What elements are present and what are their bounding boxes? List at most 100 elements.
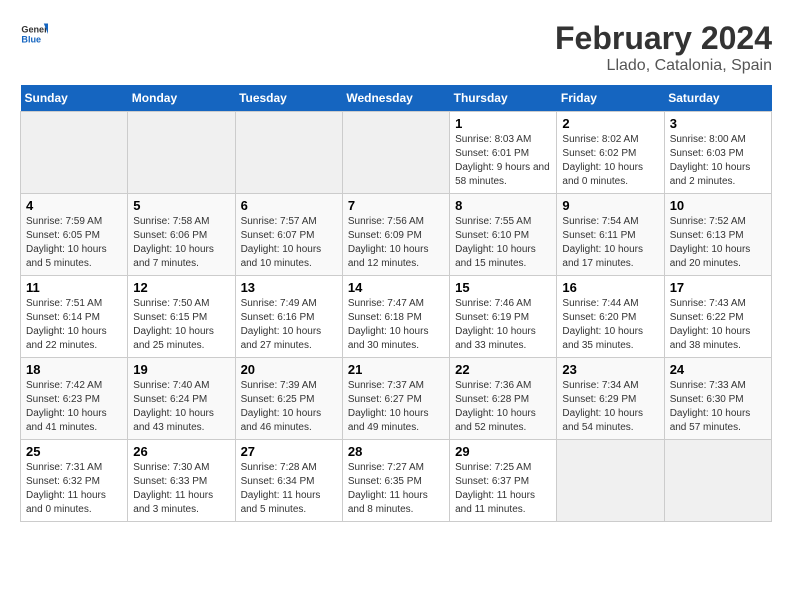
svg-text:General: General <box>21 25 48 35</box>
day-info: Sunrise: 7:33 AMSunset: 6:30 PMDaylight:… <box>670 379 766 435</box>
calendar-cell <box>21 112 128 194</box>
day-number: 27 <box>241 444 337 459</box>
week-row-3: 11Sunrise: 7:51 AMSunset: 6:14 PMDayligh… <box>21 276 772 358</box>
calendar-cell: 24 Sunrise: 7:33 AMSunset: 6:30 PMDayligh… <box>664 358 771 440</box>
day-info: Sunrise: 7:47 AMSunset: 6:18 PMDaylight:… <box>348 297 444 353</box>
calendar-cell: 1 Sunrise: 8:03 AMSunset: 6:01 PMDaylight… <box>450 112 557 194</box>
calendar-cell: 19 Sunrise: 7:40 AMSunset: 6:24 PMDayligh… <box>128 358 235 440</box>
calendar-cell: 14 Sunrise: 7:47 AMSunset: 6:18 PMDayligh… <box>342 276 449 358</box>
day-number: 18 <box>26 362 122 377</box>
day-info: Sunrise: 7:46 AMSunset: 6:19 PMDaylight:… <box>455 297 551 353</box>
col-header-monday: Monday <box>128 85 235 112</box>
calendar-cell: 12 Sunrise: 7:50 AMSunset: 6:15 PMDayligh… <box>128 276 235 358</box>
day-number: 8 <box>455 198 551 213</box>
day-info: Sunrise: 7:31 AMSunset: 6:32 PMDaylight:… <box>26 461 122 517</box>
calendar-cell: 27 Sunrise: 7:28 AMSunset: 6:34 PMDayligh… <box>235 440 342 522</box>
day-info: Sunrise: 7:51 AMSunset: 6:14 PMDaylight:… <box>26 297 122 353</box>
day-number: 28 <box>348 444 444 459</box>
day-info: Sunrise: 7:37 AMSunset: 6:27 PMDaylight:… <box>348 379 444 435</box>
day-info: Sunrise: 7:52 AMSunset: 6:13 PMDaylight:… <box>670 215 766 271</box>
day-info: Sunrise: 7:34 AMSunset: 6:29 PMDaylight:… <box>562 379 658 435</box>
day-number: 24 <box>670 362 766 377</box>
day-number: 10 <box>670 198 766 213</box>
day-info: Sunrise: 7:25 AMSunset: 6:37 PMDaylight:… <box>455 461 551 517</box>
calendar-cell <box>557 440 664 522</box>
calendar-table: SundayMondayTuesdayWednesdayThursdayFrid… <box>20 85 772 522</box>
calendar-cell: 8 Sunrise: 7:55 AMSunset: 6:10 PMDaylight… <box>450 194 557 276</box>
col-header-wednesday: Wednesday <box>342 85 449 112</box>
calendar-cell: 26 Sunrise: 7:30 AMSunset: 6:33 PMDayligh… <box>128 440 235 522</box>
day-number: 21 <box>348 362 444 377</box>
calendar-cell: 21 Sunrise: 7:37 AMSunset: 6:27 PMDayligh… <box>342 358 449 440</box>
calendar-cell: 18 Sunrise: 7:42 AMSunset: 6:23 PMDayligh… <box>21 358 128 440</box>
day-number: 14 <box>348 280 444 295</box>
day-info: Sunrise: 7:30 AMSunset: 6:33 PMDaylight:… <box>133 461 229 517</box>
day-info: Sunrise: 7:36 AMSunset: 6:28 PMDaylight:… <box>455 379 551 435</box>
day-number: 29 <box>455 444 551 459</box>
week-row-5: 25 Sunrise: 7:31 AMSunset: 6:32 PMDayligh… <box>21 440 772 522</box>
page-header: General Blue February 2024 Llado, Catalo… <box>20 20 772 75</box>
calendar-cell: 17Sunrise: 7:43 AMSunset: 6:22 PMDayligh… <box>664 276 771 358</box>
svg-text:Blue: Blue <box>21 34 41 44</box>
day-number: 17 <box>670 280 766 295</box>
day-number: 5 <box>133 198 229 213</box>
calendar-cell <box>235 112 342 194</box>
day-info: Sunrise: 7:56 AMSunset: 6:09 PMDaylight:… <box>348 215 444 271</box>
calendar-cell: 25 Sunrise: 7:31 AMSunset: 6:32 PMDayligh… <box>21 440 128 522</box>
calendar-cell: 5 Sunrise: 7:58 AMSunset: 6:06 PMDaylight… <box>128 194 235 276</box>
day-info: Sunrise: 8:02 AMSunset: 6:02 PMDaylight:… <box>562 133 658 189</box>
col-header-thursday: Thursday <box>450 85 557 112</box>
day-info: Sunrise: 7:55 AMSunset: 6:10 PMDaylight:… <box>455 215 551 271</box>
day-number: 2 <box>562 116 658 131</box>
title-block: February 2024 Llado, Catalonia, Spain <box>555 20 772 75</box>
calendar-cell: 29 Sunrise: 7:25 AMSunset: 6:37 PMDayligh… <box>450 440 557 522</box>
main-title: February 2024 <box>555 20 772 57</box>
day-info: Sunrise: 8:03 AMSunset: 6:01 PMDaylight:… <box>455 133 551 189</box>
day-info: Sunrise: 7:44 AMSunset: 6:20 PMDaylight:… <box>562 297 658 353</box>
calendar-cell: 16 Sunrise: 7:44 AMSunset: 6:20 PMDayligh… <box>557 276 664 358</box>
day-info: Sunrise: 7:27 AMSunset: 6:35 PMDaylight:… <box>348 461 444 517</box>
day-info: Sunrise: 7:42 AMSunset: 6:23 PMDaylight:… <box>26 379 122 435</box>
day-info: Sunrise: 7:59 AMSunset: 6:05 PMDaylight:… <box>26 215 122 271</box>
calendar-cell: 11Sunrise: 7:51 AMSunset: 6:14 PMDayligh… <box>21 276 128 358</box>
calendar-cell <box>128 112 235 194</box>
day-info: Sunrise: 7:58 AMSunset: 6:06 PMDaylight:… <box>133 215 229 271</box>
day-number: 6 <box>241 198 337 213</box>
calendar-cell: 7Sunrise: 7:56 AMSunset: 6:09 PMDaylight… <box>342 194 449 276</box>
subtitle: Llado, Catalonia, Spain <box>555 57 772 75</box>
day-number: 16 <box>562 280 658 295</box>
logo-icon: General Blue <box>20 20 48 48</box>
day-info: Sunrise: 7:50 AMSunset: 6:15 PMDaylight:… <box>133 297 229 353</box>
week-row-2: 4 Sunrise: 7:59 AMSunset: 6:05 PMDaylight… <box>21 194 772 276</box>
day-info: Sunrise: 7:57 AMSunset: 6:07 PMDaylight:… <box>241 215 337 271</box>
day-number: 12 <box>133 280 229 295</box>
calendar-cell: 15Sunrise: 7:46 AMSunset: 6:19 PMDayligh… <box>450 276 557 358</box>
calendar-cell: 13Sunrise: 7:49 AMSunset: 6:16 PMDayligh… <box>235 276 342 358</box>
day-info: Sunrise: 7:40 AMSunset: 6:24 PMDaylight:… <box>133 379 229 435</box>
day-number: 22 <box>455 362 551 377</box>
day-info: Sunrise: 8:00 AMSunset: 6:03 PMDaylight:… <box>670 133 766 189</box>
calendar-cell: 6 Sunrise: 7:57 AMSunset: 6:07 PMDaylight… <box>235 194 342 276</box>
week-row-4: 18 Sunrise: 7:42 AMSunset: 6:23 PMDayligh… <box>21 358 772 440</box>
week-row-1: 1 Sunrise: 8:03 AMSunset: 6:01 PMDaylight… <box>21 112 772 194</box>
day-number: 23 <box>562 362 658 377</box>
calendar-cell: 28 Sunrise: 7:27 AMSunset: 6:35 PMDayligh… <box>342 440 449 522</box>
day-number: 19 <box>133 362 229 377</box>
day-number: 26 <box>133 444 229 459</box>
calendar-cell: 3 Sunrise: 8:00 AMSunset: 6:03 PMDaylight… <box>664 112 771 194</box>
logo: General Blue <box>20 20 48 48</box>
calendar-cell: 23 Sunrise: 7:34 AMSunset: 6:29 PMDayligh… <box>557 358 664 440</box>
day-number: 25 <box>26 444 122 459</box>
col-header-tuesday: Tuesday <box>235 85 342 112</box>
day-number: 20 <box>241 362 337 377</box>
col-header-friday: Friday <box>557 85 664 112</box>
calendar-cell <box>342 112 449 194</box>
day-number: 3 <box>670 116 766 131</box>
day-number: 4 <box>26 198 122 213</box>
day-number: 1 <box>455 116 551 131</box>
col-header-saturday: Saturday <box>664 85 771 112</box>
day-info: Sunrise: 7:28 AMSunset: 6:34 PMDaylight:… <box>241 461 337 517</box>
calendar-cell: 9Sunrise: 7:54 AMSunset: 6:11 PMDaylight… <box>557 194 664 276</box>
calendar-cell: 20Sunrise: 7:39 AMSunset: 6:25 PMDayligh… <box>235 358 342 440</box>
calendar-cell: 10 Sunrise: 7:52 AMSunset: 6:13 PMDayligh… <box>664 194 771 276</box>
